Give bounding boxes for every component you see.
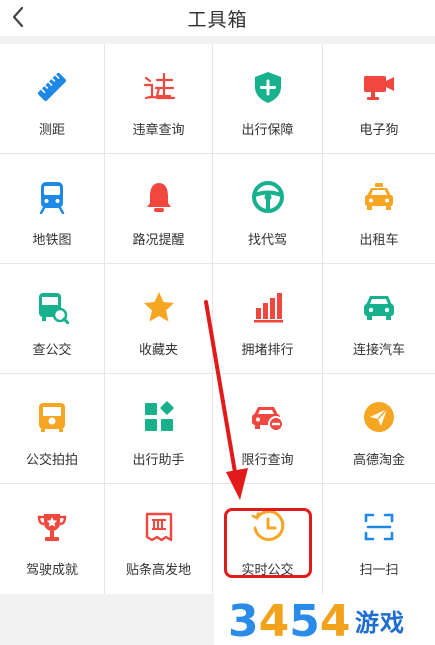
tool-label: 查公交 [32, 343, 72, 358]
tool-item-speed-camera[interactable]: 电子狗 [323, 44, 435, 153]
tool-item-congestion-ranking[interactable]: 拥堵排行 [213, 264, 322, 373]
bar-chart-icon [253, 293, 283, 323]
tool-item-scan[interactable]: 扫一扫 [323, 484, 435, 594]
tool-label: 测距 [38, 123, 65, 138]
metro-icon [39, 182, 65, 214]
tool-item-favorites[interactable]: 收藏夹 [105, 264, 212, 373]
tool-label: 电子狗 [359, 123, 399, 138]
car-icon [364, 296, 394, 320]
tool-label: 高德淘金 [352, 453, 405, 468]
tool-label: 公交拍拍 [25, 453, 78, 468]
scan-icon [364, 513, 394, 541]
tool-label: 出租车 [359, 233, 399, 248]
tool-item-traffic-alert[interactable]: 路况提醒 [105, 154, 212, 263]
tool-label: 出行保障 [241, 123, 294, 138]
page-title: 工具箱 [187, 9, 248, 31]
star-icon [143, 292, 174, 322]
ticket-icon [145, 512, 172, 542]
top-nav-bar: 工具箱 [0, 0, 435, 36]
watermark: 3454 游戏 [214, 594, 435, 645]
tool-item-ruler[interactable]: 测距 [0, 44, 104, 153]
trophy-icon [37, 514, 67, 541]
paper-plane-icon [364, 402, 394, 432]
tool-label: 收藏夹 [138, 343, 178, 358]
tool-item-bus-search[interactable]: 查公交 [0, 264, 104, 373]
violation-icon [143, 72, 175, 100]
tool-item-ticket-hotspots[interactable]: 贴条高发地 [105, 484, 212, 594]
camera-icon [364, 76, 394, 100]
apps-icon [144, 401, 174, 431]
tool-label: 限行查询 [241, 453, 294, 468]
tool-label: 连接汽车 [352, 343, 405, 358]
ruler-icon [37, 72, 67, 102]
tool-item-designated-driver[interactable]: 找代驾 [213, 154, 322, 263]
tool-item-metro[interactable]: 地铁图 [0, 154, 104, 263]
tool-label: 找代驾 [247, 233, 287, 248]
tool-item-driving-achievement[interactable]: 驾驶成就 [0, 484, 104, 594]
restricted-car-icon [251, 407, 284, 432]
tool-label: 地铁图 [32, 233, 72, 248]
tool-label: 出行助手 [132, 453, 185, 468]
tool-item-bus-photo[interactable]: 公交拍拍 [0, 374, 104, 483]
watermark-text: 游戏 [355, 609, 405, 637]
tool-item-restriction-query[interactable]: 限行查询 [213, 374, 322, 483]
tool-item-travel-assistant[interactable]: 出行助手 [105, 374, 212, 483]
bus-search-icon [39, 293, 69, 324]
tool-label: 路况提醒 [132, 233, 185, 248]
tool-label: 驾驶成就 [25, 563, 78, 578]
taxi-icon [365, 183, 393, 210]
tool-item-violation[interactable]: 违章查询 [105, 44, 212, 153]
bell-icon [146, 183, 171, 212]
tool-label: 贴条高发地 [125, 563, 191, 578]
tool-item-taxi[interactable]: 出租车 [323, 154, 435, 263]
tool-label: 拥堵排行 [241, 343, 294, 358]
tool-item-connect-car[interactable]: 连接汽车 [323, 264, 435, 373]
highlight-box [224, 508, 312, 578]
tool-label: 违章查询 [132, 123, 185, 138]
watermark-logo: 3454 [228, 596, 351, 644]
bus-photo-icon [39, 403, 65, 432]
tool-item-travel-protection[interactable]: 出行保障 [213, 44, 322, 153]
tool-item-gold-hunting[interactable]: 高德淘金 [323, 374, 435, 483]
svg-text:3454: 3454 [228, 596, 351, 644]
tool-label: 扫一扫 [359, 563, 399, 578]
steering-wheel-icon [251, 181, 284, 213]
shield-plus-icon [254, 72, 281, 103]
tool-grid: 测距 违章查询 出行保障 电子狗 地铁图 路况提醒 找代驾 出租车 查公交 收藏… [0, 44, 435, 594]
